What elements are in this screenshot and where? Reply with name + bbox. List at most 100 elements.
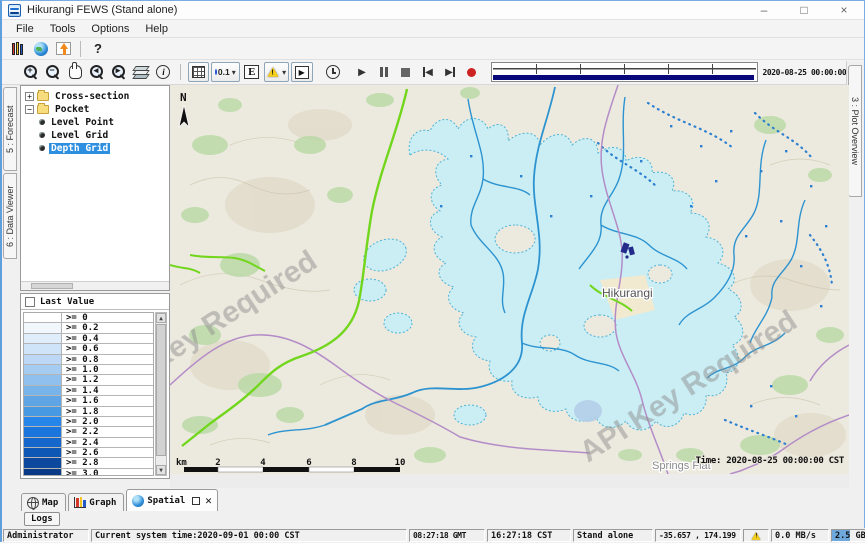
- maximize-button[interactable]: □: [784, 1, 824, 19]
- animation-settings-button[interactable]: [323, 62, 343, 82]
- zoom-in-button[interactable]: +: [21, 62, 41, 82]
- chart-up-arrow-icon: [56, 42, 71, 55]
- legend-row: >= 2.6: [24, 448, 153, 458]
- menu-options[interactable]: Options: [83, 21, 137, 37]
- legend-swatch: [24, 469, 62, 476]
- scrollbar-thumb[interactable]: [31, 283, 73, 289]
- scroll-down-icon[interactable]: ▼: [156, 465, 166, 475]
- tree-node-pocket[interactable]: − Pocket: [25, 103, 169, 115]
- timeline-ruler: [493, 64, 757, 74]
- status-warning[interactable]: [743, 529, 769, 542]
- map-display-button[interactable]: [31, 39, 51, 59]
- legend-swatch: [24, 375, 62, 384]
- tree-node-level-grid[interactable]: Level Grid: [25, 129, 169, 141]
- map-time-label: Time: 2020-08-25 00:00:00 CST: [696, 455, 845, 466]
- dot-icon: [215, 69, 217, 75]
- bullet-icon: [39, 132, 45, 138]
- grid-toggle-button[interactable]: [188, 62, 209, 82]
- menu-file[interactable]: File: [8, 21, 42, 37]
- map-canvas[interactable]: API Key Required API Key Required Hikura…: [170, 85, 849, 474]
- labels-toggle-button[interactable]: E: [242, 62, 262, 82]
- zoom-out-button[interactable]: −: [43, 62, 63, 82]
- status-local-time: 16:27:18 CST: [487, 529, 571, 542]
- animation-display-button[interactable]: ▶: [291, 62, 313, 82]
- pan-hand-icon: [69, 65, 82, 79]
- tab-spatial[interactable]: Spatial ✕: [126, 489, 218, 511]
- tab-plot-overview[interactable]: 3 : Plot Overview: [848, 65, 862, 197]
- toolbar-separator: [80, 41, 81, 57]
- tree-horizontal-scrollbar[interactable]: [21, 281, 169, 290]
- contour-interval-dropdown[interactable]: 0.1 ▾: [211, 62, 240, 82]
- menu-bar: File Tools Options Help: [2, 20, 864, 38]
- status-memory: 2.5 GB: [831, 529, 865, 542]
- toolbar-separator: [180, 64, 181, 80]
- info-button[interactable]: i: [153, 62, 173, 82]
- timeline-slider[interactable]: [491, 62, 759, 82]
- status-coordinates: -35.657 , 174.199: [655, 529, 741, 542]
- tab-graph[interactable]: Graph: [68, 493, 124, 511]
- collapse-icon[interactable]: −: [25, 105, 34, 114]
- layers-button[interactable]: [131, 62, 151, 82]
- legend-swatch: [24, 313, 62, 322]
- help-button[interactable]: ?: [88, 39, 108, 59]
- warnings-dropdown[interactable]: ▾: [264, 62, 289, 82]
- last-frame-button[interactable]: ▶: [440, 62, 460, 82]
- zoom-previous-button[interactable]: ◂: [87, 62, 107, 82]
- legend-swatch: [24, 438, 62, 447]
- info-icon: i: [156, 65, 170, 79]
- menu-tools[interactable]: Tools: [42, 21, 84, 37]
- legend-row: >= 1.4: [24, 386, 153, 396]
- close-panel-icon[interactable]: ✕: [205, 497, 212, 505]
- expand-icon[interactable]: +: [25, 92, 34, 101]
- tree-node-cross-section[interactable]: + Cross-section: [25, 90, 169, 102]
- last-value-checkbox[interactable]: [25, 297, 35, 307]
- scrollbar-thumb[interactable]: [156, 324, 166, 456]
- legend-panel: Last Value >= 0 >= 0.2 >= 0.4 >= 0.6 >= …: [20, 293, 170, 479]
- bar-chart-icon: [74, 497, 86, 508]
- svg-text:6: 6: [306, 458, 311, 468]
- logs-row: Logs: [20, 511, 849, 528]
- legend-scrollbar[interactable]: ▲ ▼: [155, 312, 167, 476]
- zoom-next-button[interactable]: ▸: [109, 62, 129, 82]
- record-button[interactable]: [462, 62, 482, 82]
- e-label-icon: E: [244, 65, 259, 79]
- town-label: Hikurangi: [602, 286, 653, 300]
- legend-header: Last Value: [21, 294, 169, 310]
- first-frame-button[interactable]: ◀: [418, 62, 438, 82]
- legend-row: >= 0: [24, 313, 153, 323]
- svg-text:4: 4: [260, 458, 266, 468]
- layers-icon: [134, 66, 149, 79]
- status-gmt-time: 08:27:18 GMT: [409, 529, 485, 542]
- scale-unit: km: [176, 458, 187, 468]
- stop-button[interactable]: [396, 62, 416, 82]
- tab-map[interactable]: Map: [21, 493, 66, 511]
- pause-button[interactable]: [374, 62, 394, 82]
- legend-row: >= 3.0: [24, 469, 153, 476]
- zoom-next-icon: ▸: [111, 64, 127, 80]
- legend-row: >= 2.2: [24, 427, 153, 437]
- close-button[interactable]: ×: [824, 1, 864, 19]
- record-icon: [467, 68, 476, 77]
- tree-node-level-point[interactable]: Level Point: [25, 116, 169, 128]
- tree-node-depth-grid[interactable]: Depth Grid: [25, 142, 169, 154]
- bottom-tab-bar: Map Graph Spatial ✕: [20, 488, 849, 511]
- legend-swatch: [24, 417, 62, 426]
- tab-data-viewer[interactable]: 6 : Data Viewer: [3, 173, 17, 259]
- forecast-dialog-button[interactable]: [9, 39, 29, 59]
- forecast-bars-icon: [12, 42, 26, 55]
- legend-swatch: [24, 386, 62, 395]
- play-button[interactable]: ▶: [352, 62, 372, 82]
- scroll-up-icon[interactable]: ▲: [156, 313, 166, 323]
- logs-button[interactable]: Logs: [24, 512, 60, 526]
- tab-forecast[interactable]: 5 : Forecast: [3, 87, 17, 171]
- pan-button[interactable]: [65, 62, 85, 82]
- restore-panel-icon[interactable]: [192, 497, 200, 505]
- globe-icon: [34, 42, 48, 56]
- spatial-display-button[interactable]: [53, 39, 73, 59]
- timeline-range-bar: [493, 75, 754, 80]
- status-user: Administrator: [3, 529, 89, 542]
- map-svg: API Key Required API Key Required Hikura…: [170, 85, 849, 474]
- menu-help[interactable]: Help: [137, 21, 176, 37]
- window-title: Hikurangi FEWS (Stand alone): [27, 4, 177, 16]
- minimize-button[interactable]: –: [744, 1, 784, 19]
